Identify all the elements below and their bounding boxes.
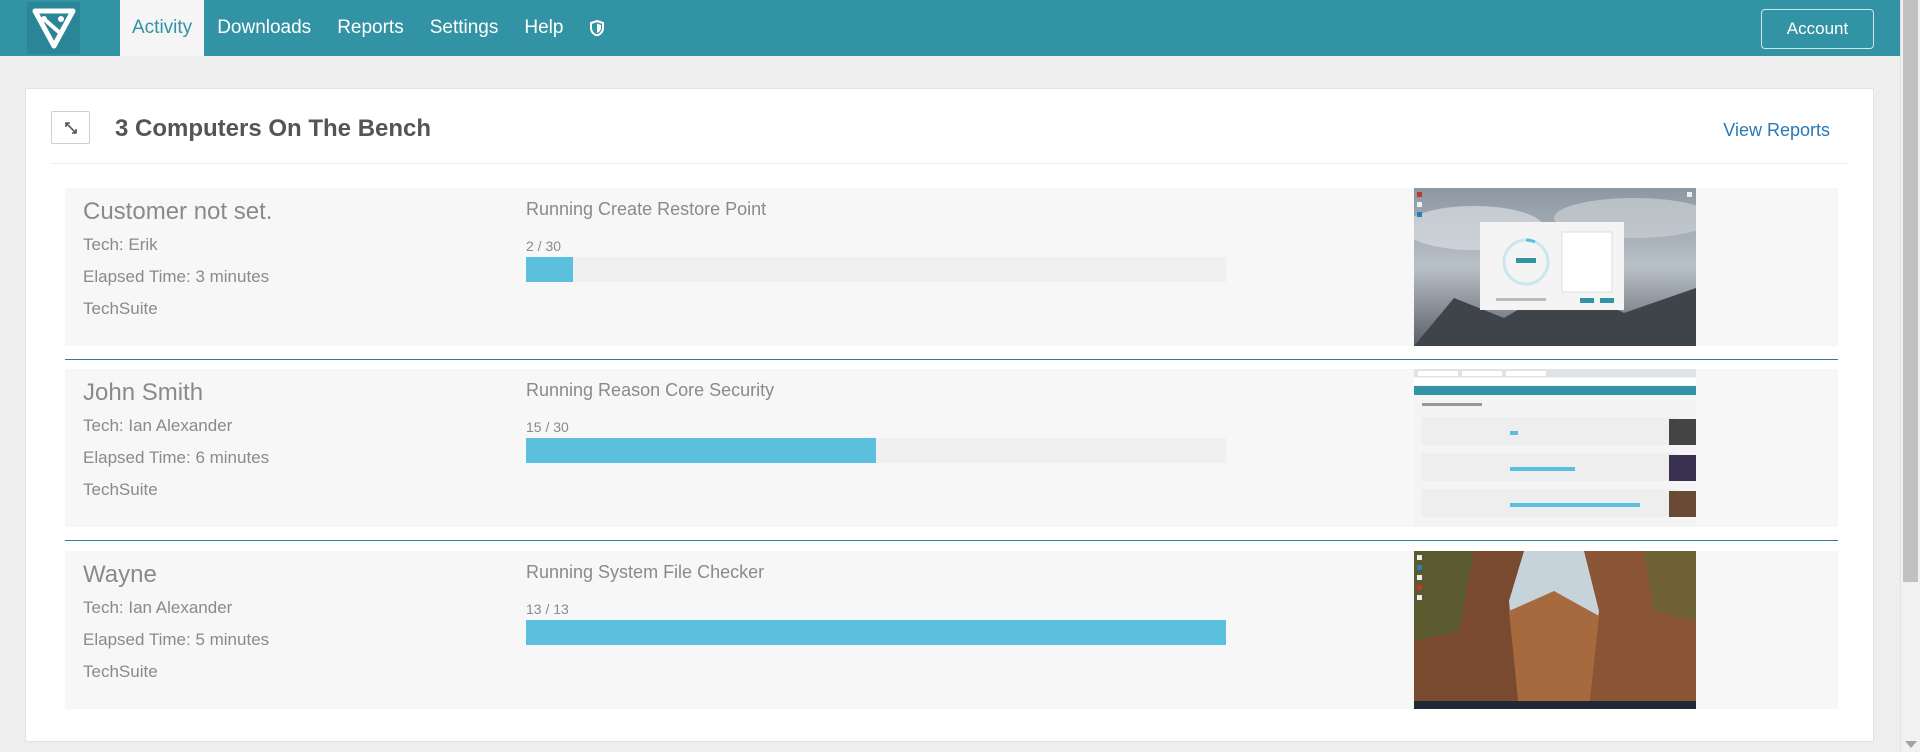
progress-bar-fill — [526, 620, 1226, 645]
elapsed-time: Elapsed Time: 5 minutes — [83, 630, 270, 649]
thumbnail-canyon-image — [1414, 551, 1696, 709]
task-label: Running Reason Core Security — [526, 380, 775, 400]
task-label: Running System File Checker — [526, 562, 765, 582]
computer-row[interactable]: Wayne Tech: Ian Alexander Elapsed Time: … — [65, 551, 1838, 709]
account-button[interactable]: Account — [1761, 9, 1874, 49]
progress-bar — [526, 620, 1226, 645]
top-navbar: Activity Downloads Reports Settings Help… — [0, 0, 1900, 56]
nav-settings[interactable]: Settings — [417, 0, 512, 56]
tech-label: Tech: Ian Alexander — [83, 598, 233, 617]
tech-label: Tech: Erik — [83, 235, 158, 254]
nav-reports[interactable]: Reports — [324, 0, 417, 56]
expand-button[interactable] — [51, 111, 90, 144]
screen-thumbnail[interactable] — [1414, 551, 1696, 709]
nav-activity[interactable]: Activity — [120, 0, 205, 56]
suite-label: TechSuite — [83, 662, 158, 681]
suite-label: TechSuite — [83, 480, 158, 499]
main-nav: Activity Downloads Reports Settings Help — [120, 0, 616, 56]
progress-bar-fill — [526, 438, 876, 463]
row-divider — [65, 540, 1838, 541]
tech-label: Tech: Ian Alexander — [83, 416, 233, 435]
nav-help[interactable]: Help — [511, 0, 576, 56]
progress-bar-fill — [526, 257, 573, 282]
progress-count: 15 / 30 — [526, 419, 569, 435]
screen-thumbnail[interactable] — [1414, 188, 1696, 346]
row-divider — [65, 359, 1838, 360]
expand-arrows-icon — [64, 121, 77, 134]
panel-title: 3 Computers On The Bench — [115, 115, 432, 142]
customer-name: Wayne — [83, 561, 157, 588]
nav-shield[interactable] — [576, 0, 616, 56]
view-reports-link[interactable]: View Reports — [1723, 120, 1830, 141]
elapsed-time: Elapsed Time: 3 minutes — [83, 267, 270, 286]
shield-icon — [590, 20, 605, 36]
progress-count: 2 / 30 — [526, 238, 562, 254]
suite-label: TechSuite — [83, 299, 158, 318]
thumbnail-browser-image — [1414, 369, 1696, 527]
logo-icon — [32, 8, 75, 49]
brand-logo[interactable] — [27, 2, 80, 54]
customer-name: Customer not set. — [83, 198, 273, 225]
page-scrollbar[interactable] — [1900, 0, 1920, 752]
progress-count: 13 / 13 — [526, 601, 569, 617]
elapsed-time: Elapsed Time: 6 minutes — [83, 448, 270, 467]
panel-header: 3 Computers On The Bench View Reports — [51, 89, 1848, 164]
scrollbar-thumb[interactable] — [1903, 0, 1918, 582]
thumbnail-dialog-image — [1414, 188, 1696, 346]
bench-panel: 3 Computers On The Bench View Reports Cu… — [25, 88, 1874, 742]
progress-bar — [526, 438, 1226, 463]
scroll-down-arrow-icon[interactable] — [1905, 741, 1917, 748]
nav-downloads[interactable]: Downloads — [204, 0, 324, 56]
computer-row[interactable]: Customer not set. Tech: Erik Elapsed Tim… — [65, 188, 1838, 346]
computer-row[interactable]: John Smith Tech: Ian Alexander Elapsed T… — [65, 369, 1838, 527]
customer-name: John Smith — [83, 379, 204, 406]
screen-thumbnail[interactable] — [1414, 369, 1696, 527]
progress-bar — [526, 257, 1226, 282]
task-label: Running Create Restore Point — [526, 199, 767, 219]
